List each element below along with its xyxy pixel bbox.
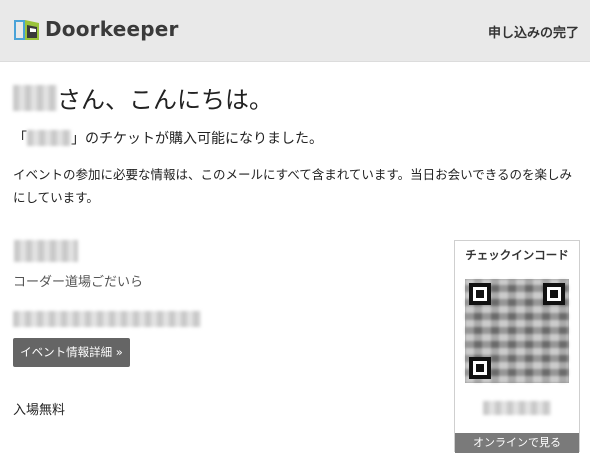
price-label: 入場無料 <box>13 403 66 418</box>
checkin-panel: チェックインコード オンラインで見る <box>454 240 580 453</box>
organizer-name: コーダー道場ごだいら <box>13 275 144 290</box>
header: Doorkeeper 申し込みの完了 <box>0 0 590 62</box>
ticket-notice-text: 」のチケットが購入可能になりました。 <box>71 131 323 147</box>
status-title: 申し込みの完了 <box>487 26 579 41</box>
qr-code-icon <box>465 279 569 383</box>
info-message: イベントの参加に必要な情報は、このメールにすべて含まれています。当日お会いできる… <box>13 167 573 205</box>
redacted-username <box>13 84 57 111</box>
view-online-button[interactable]: オンラインで見る <box>455 433 579 453</box>
redacted-event-name <box>14 240 78 262</box>
event-detail-button[interactable]: イベント情報詳細 » <box>13 338 130 367</box>
redacted-event-title <box>27 130 71 146</box>
ticket-notice: 「 」のチケットが購入可能になりました。 <box>13 128 323 148</box>
redacted-checkin-code <box>483 401 551 415</box>
greeting: さん、こんにちは。 <box>13 80 273 115</box>
greeting-text: さん、こんにちは。 <box>57 86 273 114</box>
checkin-title: チェックインコード <box>465 248 569 262</box>
redacted-event-date <box>13 311 201 327</box>
brand-name[interactable]: Doorkeeper <box>45 17 179 41</box>
ticket-notice-open: 「 <box>13 131 27 147</box>
doorkeeper-logo-icon[interactable] <box>13 17 41 43</box>
